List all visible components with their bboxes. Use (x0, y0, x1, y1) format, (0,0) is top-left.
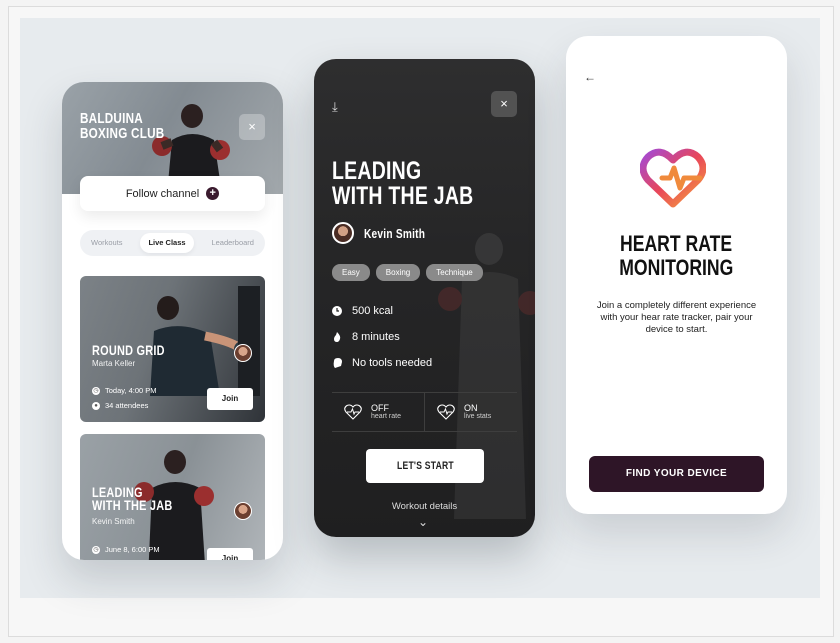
boxing-club-screen: BALDUINA BOXING CLUB × Follow channel + … (62, 82, 283, 560)
back-arrow-icon[interactable]: ← (584, 70, 596, 84)
screen-title-line1: HEART RATE (620, 231, 733, 256)
stat-duration: 8 minutes (332, 331, 400, 343)
card-time-label: Today, 4:00 PM (105, 386, 157, 395)
card-attendees: ● 34 attendees (92, 401, 148, 410)
chevron-down-icon[interactable]: ⌄ (418, 515, 428, 529)
stat-kcal-label: 500 kcal (352, 305, 393, 317)
card-title-line2: WITH THE JAB (92, 497, 173, 513)
start-button[interactable]: LET'S START (366, 449, 484, 483)
close-button[interactable]: × (239, 114, 265, 140)
card-time: ◷ June 8, 6:00 PM (92, 545, 160, 554)
author-row[interactable]: Kevin Smith (332, 222, 442, 244)
heart-rate-screen: ← HEART RATE MONITORING Join a completel… (566, 36, 787, 514)
download-icon[interactable]: ⤓ (332, 99, 338, 115)
tab-live-class[interactable]: Live Class (140, 233, 194, 253)
coach-avatar (234, 502, 252, 520)
glove-icon (333, 358, 342, 368)
find-device-button[interactable]: FIND YOUR DEVICE (589, 456, 764, 492)
card-title-line1: ROUND GRID (92, 342, 165, 358)
workout-title: LEADING WITH THE JAB (332, 159, 473, 209)
screen-title-line2: MONITORING (619, 255, 734, 280)
flame-icon (334, 332, 341, 342)
fighter-illustration (150, 286, 260, 396)
join-button[interactable]: Join (207, 548, 253, 560)
author-name: Kevin Smith (364, 225, 426, 241)
heart-rate-label: heart rate (371, 413, 401, 420)
author-avatar (332, 222, 354, 244)
tag[interactable]: Easy (332, 264, 370, 281)
card-attendees-label: 34 attendees (105, 401, 149, 410)
workout-title-line2: WITH THE JAB (332, 182, 474, 210)
card-coach: Marta Keller (92, 359, 136, 368)
class-card[interactable]: LEADING WITH THE JAB Kevin Smith ◷ June … (80, 434, 265, 560)
heart-rate-icon (640, 148, 706, 208)
heart-rate-state: OFF (371, 403, 389, 413)
card-title: ROUND GRID (92, 342, 165, 358)
class-tabs: Workouts Live Class Leaderboard (80, 230, 265, 256)
live-stats-toggle[interactable]: ON live stats (424, 393, 517, 431)
close-icon: × (248, 119, 256, 134)
person-icon: ● (92, 401, 100, 410)
clock-icon (332, 306, 342, 316)
follow-channel-label: Follow channel (125, 187, 200, 200)
live-stats-state: ON (464, 403, 478, 413)
tab-workouts[interactable]: Workouts (83, 233, 131, 253)
stat-tools-label: No tools needed (352, 357, 433, 369)
card-coach: Kevin Smith (92, 517, 135, 526)
club-title-line1: BALDUINA (80, 110, 143, 127)
screen-description: Join a completely different experience w… (596, 300, 757, 335)
tag-list: Easy Boxing Technique (332, 264, 483, 281)
workout-title-line1: LEADING (332, 157, 422, 185)
stat-duration-label: 8 minutes (352, 331, 400, 343)
close-icon: × (500, 96, 508, 111)
class-card[interactable]: ROUND GRID Marta Keller ◷ Today, 4:00 PM… (80, 276, 265, 422)
card-title: LEADING WITH THE JAB (92, 485, 173, 513)
stat-tools: No tools needed (332, 357, 432, 369)
live-stats-label: live stats (464, 413, 492, 420)
stat-kcal: 500 kcal (332, 305, 393, 317)
workout-detail-screen: ⤓ × LEADING WITH THE JAB Kevin Smith Eas… (314, 59, 535, 537)
workout-details-link[interactable]: Workout details (314, 501, 535, 512)
tab-leaderboard[interactable]: Leaderboard (203, 233, 262, 253)
tag[interactable]: Technique (426, 264, 483, 281)
close-button[interactable]: × (491, 91, 517, 117)
join-button[interactable]: Join (207, 388, 253, 410)
follow-channel-button[interactable]: Follow channel + (80, 176, 265, 211)
screen-title: HEART RATE MONITORING (566, 232, 787, 280)
heart-rate-toggle[interactable]: OFF heart rate (332, 393, 424, 431)
clock-icon: ◷ (92, 386, 100, 395)
live-stats-icon (437, 404, 455, 420)
tag[interactable]: Boxing (375, 264, 421, 281)
card-time-label: June 8, 6:00 PM (105, 545, 160, 554)
club-title-line2: BOXING CLUB (80, 125, 165, 142)
coach-avatar (234, 344, 252, 362)
clock-icon: ◷ (92, 545, 100, 554)
tracking-toggles: OFF heart rate ON live stats (332, 392, 517, 432)
card-time: ◷ Today, 4:00 PM (92, 386, 157, 395)
start-button-label: LET'S START (396, 460, 454, 472)
club-title: BALDUINA BOXING CLUB (80, 111, 164, 141)
plus-icon: + (206, 187, 220, 200)
heart-rate-icon (344, 404, 362, 420)
